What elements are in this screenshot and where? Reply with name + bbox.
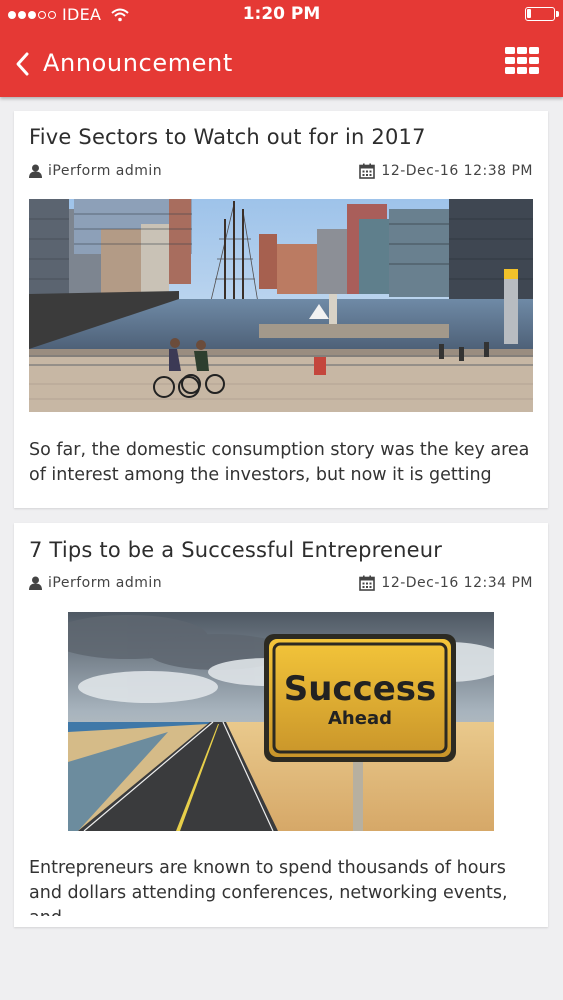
post-date: 12-Dec-16 12:38 PM: [359, 163, 533, 179]
battery-level: [527, 9, 531, 18]
announcement-excerpt: Entrepreneurs are known to spend thousan…: [29, 858, 508, 916]
announcement-card[interactable]: 7 Tips to be a Successful Entrepreneur i…: [14, 523, 548, 927]
author: iPerform admin: [29, 163, 162, 179]
status-bar: IDEA 1:20 PM: [0, 0, 563, 30]
announcement-title[interactable]: 7 Tips to be a Successful Entrepreneur: [29, 538, 442, 562]
user-icon: [29, 576, 42, 590]
announcement-meta: iPerform admin 12-Dec-16 12:38 PM: [29, 163, 533, 183]
page-title: Announcement: [43, 49, 233, 77]
battery-icon: [525, 7, 559, 21]
announcement-card[interactable]: Five Sectors to Watch out for in 2017 iP…: [14, 111, 548, 508]
date-text: 12-Dec-16 12:34 PM: [381, 575, 533, 591]
calendar-icon: [359, 163, 376, 179]
author-name: iPerform admin: [48, 163, 163, 179]
user-icon: [29, 164, 42, 178]
sign-text-success: Success: [284, 669, 437, 709]
back-button[interactable]: [12, 50, 38, 78]
status-time: 1:20 PM: [242, 4, 321, 24]
announcement-title[interactable]: Five Sectors to Watch out for in 2017: [29, 125, 426, 149]
grid-menu-button[interactable]: [505, 47, 539, 75]
post-date: 12-Dec-16 12:34 PM: [359, 575, 533, 591]
grid-menu-icon: [505, 47, 539, 74]
author-name: iPerform admin: [48, 575, 163, 591]
announcement-meta: iPerform admin 12-Dec-16 12:34 PM: [29, 575, 533, 595]
date-text: 12-Dec-16 12:38 PM: [381, 163, 533, 179]
calendar-icon: [359, 575, 376, 591]
success-sign-photo[interactable]: Success Ahead: [68, 612, 494, 831]
navigation-bar: Announcement: [0, 36, 563, 92]
app-header: IDEA 1:20 PM Announcement: [0, 0, 563, 97]
sign-text-ahead: Ahead: [328, 708, 392, 729]
harbor-photo[interactable]: [29, 199, 533, 412]
chevron-left-icon: [16, 52, 29, 76]
author: iPerform admin: [29, 575, 162, 591]
announcement-excerpt: So far, the domestic consumption story w…: [29, 440, 530, 485]
